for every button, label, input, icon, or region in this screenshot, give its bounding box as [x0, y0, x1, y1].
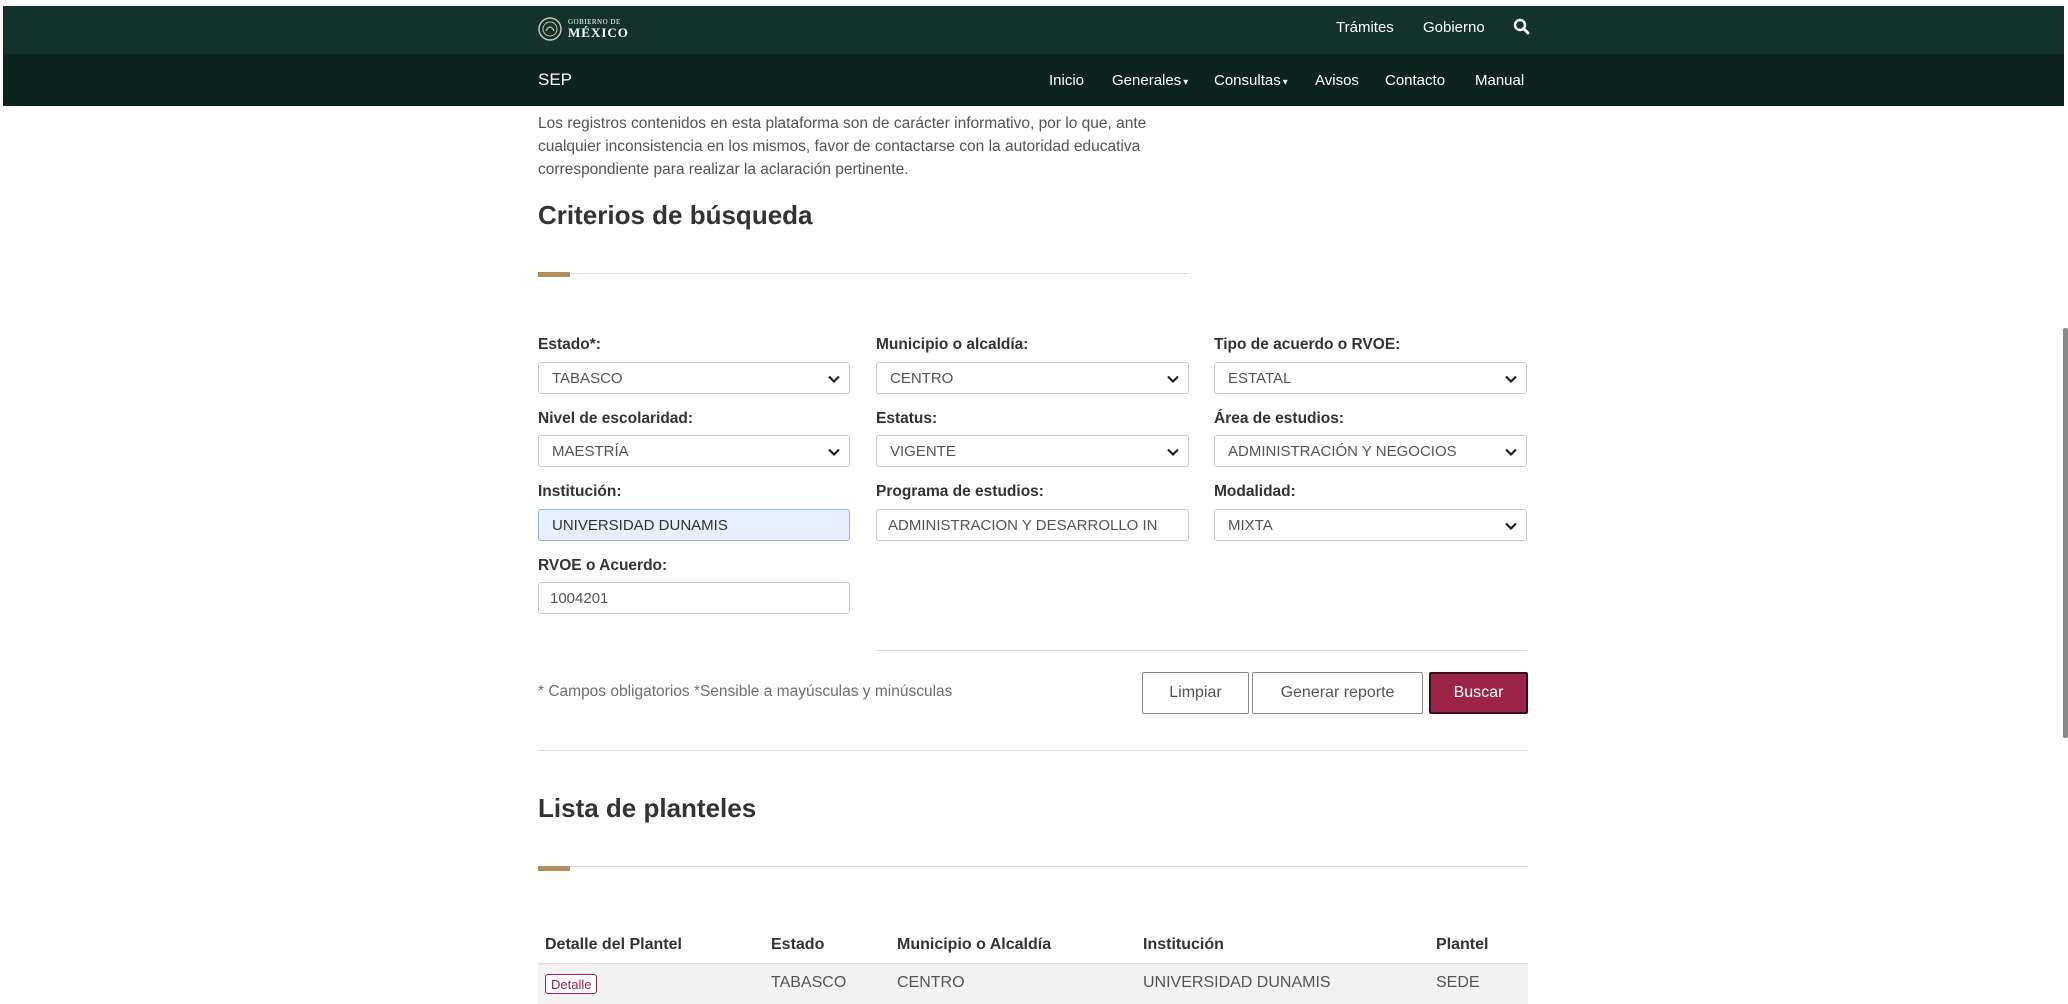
- nav-generales[interactable]: Generales ▾: [1112, 72, 1188, 89]
- results-title: Lista de planteles: [538, 793, 757, 823]
- chevron-down-icon: [1167, 448, 1179, 457]
- search-criteria-title: Criterios de búsqueda: [538, 200, 813, 230]
- nav-manual[interactable]: Manual: [1475, 72, 1524, 89]
- area-value: ADMINISTRACIÓN Y NEGOCIOS: [1228, 442, 1457, 460]
- search-button[interactable]: Buscar: [1429, 672, 1528, 714]
- national-seal-icon: [538, 17, 562, 41]
- cell-municipio: CENTRO: [897, 974, 965, 991]
- section-divider: [538, 866, 1528, 867]
- column-header-plantel[interactable]: Plantel: [1436, 936, 1488, 954]
- programa-label: Programa de estudios:: [876, 483, 1044, 500]
- accent-bar: [538, 272, 570, 277]
- intro-disclaimer: Los registros contenidos en esta platafo…: [538, 115, 1147, 178]
- rvoe-value: 1004201: [550, 589, 609, 607]
- column-header-institucion[interactable]: Institución: [1143, 936, 1224, 954]
- nivel-value: MAESTRÍA: [552, 442, 629, 460]
- sep-nav-bar: [3, 54, 2064, 106]
- chevron-down-icon: [1505, 375, 1517, 384]
- tipo-value: ESTATAL: [1228, 369, 1292, 387]
- modalidad-value: MIXTA: [1228, 516, 1273, 534]
- caret-down-icon: ▾: [1183, 77, 1189, 88]
- caret-down-icon: ▾: [1282, 77, 1288, 88]
- modalidad-label: Modalidad:: [1214, 483, 1296, 500]
- clear-button[interactable]: Limpiar: [1142, 672, 1249, 714]
- modalidad-select[interactable]: MIXTA: [1214, 509, 1527, 541]
- area-select[interactable]: ADMINISTRACIÓN Y NEGOCIOS: [1214, 435, 1527, 467]
- programa-value: ADMINISTRACION Y DESARROLLO IN: [888, 516, 1158, 534]
- detail-button[interactable]: Detalle: [545, 974, 598, 994]
- chevron-down-icon: [828, 375, 840, 384]
- chevron-down-icon: [1505, 522, 1517, 531]
- table-row: [538, 963, 1528, 1004]
- nivel-label: Nivel de escolaridad:: [538, 410, 694, 427]
- estatus-label: Estatus:: [876, 410, 938, 427]
- column-header-municipio[interactable]: Municipio o Alcaldía: [897, 936, 1051, 954]
- top-header-bar: [3, 6, 2064, 54]
- search-icon[interactable]: [1512, 17, 1532, 37]
- estatus-value: VIGENTE: [890, 442, 956, 460]
- municipio-select[interactable]: CENTRO: [876, 362, 1189, 394]
- estado-label: Estado*:: [538, 336, 601, 353]
- section-divider: [538, 273, 1189, 274]
- brand-sep[interactable]: SEP: [538, 70, 572, 90]
- section-divider: [538, 750, 1528, 751]
- institucion-input[interactable]: UNIVERSIDAD DUNAMIS: [538, 509, 850, 541]
- rvoe-input[interactable]: 1004201: [538, 582, 850, 614]
- municipio-value: CENTRO: [890, 369, 954, 387]
- area-label: Área de estudios:: [1214, 410, 1345, 427]
- institucion-value: UNIVERSIDAD DUNAMIS: [552, 516, 728, 534]
- chevron-down-icon: [1167, 375, 1179, 384]
- accent-bar: [538, 866, 570, 871]
- cell-estado: TABASCO: [771, 974, 847, 991]
- link-gobierno[interactable]: Gobierno: [1423, 19, 1485, 36]
- column-header-detalle[interactable]: Detalle del Plantel: [545, 936, 682, 954]
- municipio-label: Municipio o alcaldía:: [876, 336, 1029, 353]
- nav-avisos[interactable]: Avisos: [1315, 72, 1359, 89]
- nav-inicio[interactable]: Inicio: [1049, 72, 1084, 89]
- gobierno-mexico-logo[interactable]: GOBIERNO DE MÉXICO: [538, 16, 629, 42]
- cell-institucion: UNIVERSIDAD DUNAMIS: [1143, 974, 1331, 991]
- generate-report-button[interactable]: Generar reporte: [1252, 672, 1423, 714]
- chevron-down-icon: [1505, 448, 1517, 457]
- nav-consultas[interactable]: Consultas ▾: [1214, 72, 1288, 89]
- page-scrollbar[interactable]: [2063, 328, 2068, 738]
- actions-divider: [876, 650, 1527, 651]
- estado-select[interactable]: TABASCO: [538, 362, 850, 394]
- nav-contacto[interactable]: Contacto: [1385, 72, 1445, 89]
- estatus-select[interactable]: VIGENTE: [876, 435, 1189, 467]
- chevron-down-icon: [828, 448, 840, 457]
- rvoe-label: RVOE o Acuerdo:: [538, 557, 668, 574]
- tipo-select[interactable]: ESTATAL: [1214, 362, 1527, 394]
- institucion-label: Institución:: [538, 483, 622, 500]
- logo-line-2: MÉXICO: [568, 25, 629, 40]
- column-header-estado[interactable]: Estado: [771, 936, 824, 954]
- required-fields-note: * Campos obligatorios *Sensible a mayúsc…: [538, 683, 953, 700]
- cell-plantel: SEDE: [1436, 974, 1480, 991]
- link-tramites[interactable]: Trámites: [1336, 19, 1394, 36]
- tipo-label: Tipo de acuerdo o RVOE:: [1214, 336, 1401, 353]
- estado-value: TABASCO: [552, 369, 623, 387]
- nivel-select[interactable]: MAESTRÍA: [538, 435, 850, 467]
- programa-input[interactable]: ADMINISTRACION Y DESARROLLO IN: [876, 509, 1189, 541]
